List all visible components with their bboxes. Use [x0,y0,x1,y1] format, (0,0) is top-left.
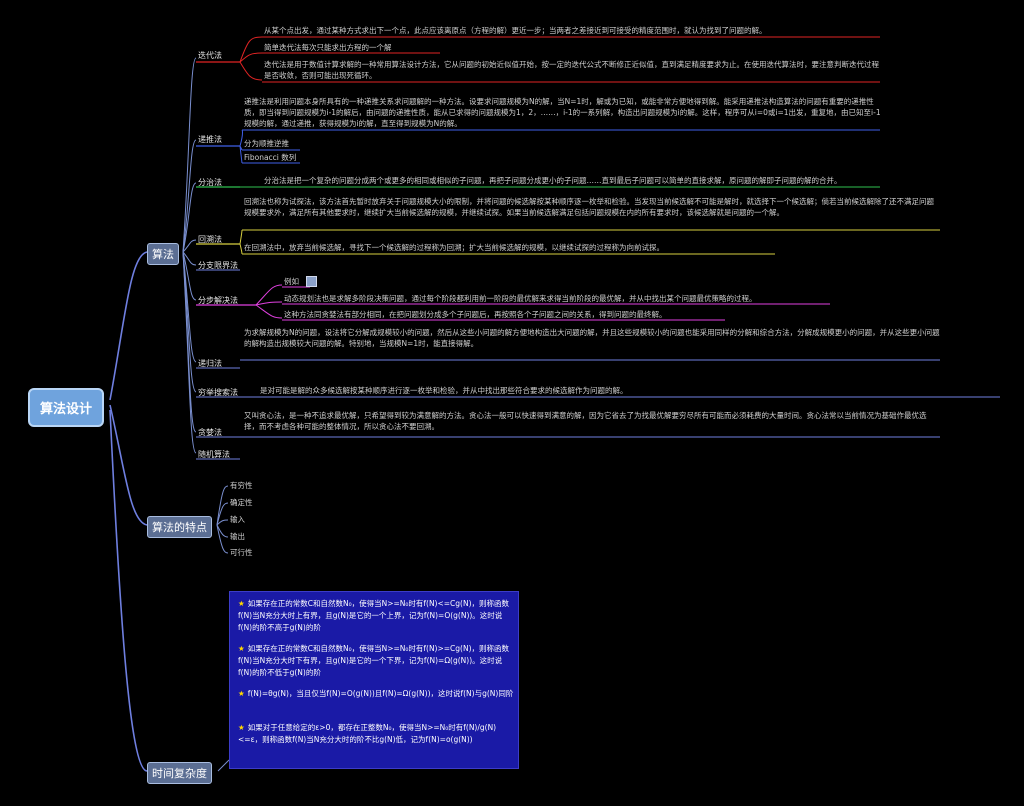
dp-child-2: 动态规划法也是求解多阶段决策问题，通过每个阶段都利用前一阶段的最优解来求得当前阶… [284,294,757,303]
method-branch[interactable]: 分支限界法 [198,260,238,271]
root-node[interactable]: 算法设计 [28,388,105,427]
greedy-text: 又叫贪心法，是一种不追求最优解，只希望得到较为满意解的方法。贪心法一般可以快速得… [244,411,927,431]
complexity-item: ★ f(N)=θg(N)，当且仅当f(N)=O(g(N))且f(N)=Ω(g(N)… [238,689,514,698]
star-icon: ★ [238,723,245,732]
branch-algorithm[interactable]: 算法 [147,243,179,265]
recursion-child-1: 分为顺推逆推 [244,139,289,148]
star-icon: ★ [238,689,245,698]
iteration-text-2: 简单迭代法每次只能求出方程的一个解 [264,43,392,52]
iteration-text-1: 从某个点出发，通过某种方式求出下一个点，此点应该离原点（方程的解）更近一步；当两… [264,26,767,35]
complexity-item: ★ 如果存在正的常数C和自然数N₀，使得当N>=N₀时有f(N)<=Cg(N)，则… [238,599,510,632]
method-backtrack[interactable]: 回溯法 [198,234,222,245]
complexity-definitions-box: ★ 如果存在正的常数C和自然数N₀，使得当N>=N₀时有f(N)<=Cg(N)，则… [229,591,519,769]
divide-text: 分治法是把一个复杂的问题分成两个或更多的相同或相似的子问题，再把子问题分成更小的… [264,176,842,185]
recursion-child-2: Fibonacci 数列 [244,153,297,162]
star-icon: ★ [238,644,245,653]
backtrack-text-1: 回溯法也称为试探法，该方法首先暂时放弃关于问题规模大小的限制，并将问题的候选解按… [244,197,934,217]
feature-item: 输出 [230,532,245,541]
method-greedy[interactable]: 贪婪法 [198,427,222,438]
feature-item: 确定性 [230,498,253,507]
method-recursion[interactable]: 递推法 [198,134,222,145]
iteration-text-3: 迭代法是用于数值计算求解的一种常用算法设计方法，它从问题的初始近似值开始，按一定… [264,60,879,80]
method-iteration[interactable]: 迭代法 [198,50,222,61]
recursion-text-1: 递推法是利用问题本身所具有的一种递推关系求问题解的一种方法。设要求问题规模为N的… [244,97,881,128]
exhaustive-text: 是对可能是解的众多候选解按某种顺序进行逐一枚举和检验，并从中找出那些符合要求的候… [260,386,628,395]
method-divide[interactable]: 分治法 [198,177,222,188]
dp-child-3: 这种方法同贪婪法有部分相同，在把问题划分成多个子问题后，再按照各个子问题之间的关… [284,310,667,319]
branch-complexity[interactable]: 时间复杂度 [147,762,212,784]
note-icon[interactable] [306,276,317,287]
feature-item: 有穷性 [230,481,253,490]
dp-child-1: 例如 [284,277,299,286]
method-dp[interactable]: 分步解决法 [198,295,238,306]
complexity-item: ★ 如果对于任意给定的ε>0，都存在正整数N₀，使得当N>=N₀时有f(N)/g(… [238,723,497,744]
method-random[interactable]: 随机算法 [198,449,230,460]
recursive-text: 为求解规模为N的问题，设法将它分解成规模较小的问题，然后从这些小问题的解方便地构… [244,328,940,348]
method-exhaustive[interactable]: 穷举搜索法 [198,387,238,398]
feature-item: 可行性 [230,548,253,557]
method-recursive[interactable]: 递归法 [198,358,222,369]
branch-features[interactable]: 算法的特点 [147,516,212,538]
star-icon: ★ [238,599,245,608]
backtrack-text-2: 在回溯法中，放弃当前候选解，寻找下一个候选解的过程称为回溯；扩大当前候选解的规模… [244,243,664,252]
complexity-item: ★ 如果存在正的常数C和自然数N₀，使得当N>=N₀时有f(N)>=Cg(N)，则… [238,644,510,677]
feature-item: 输入 [230,515,245,524]
